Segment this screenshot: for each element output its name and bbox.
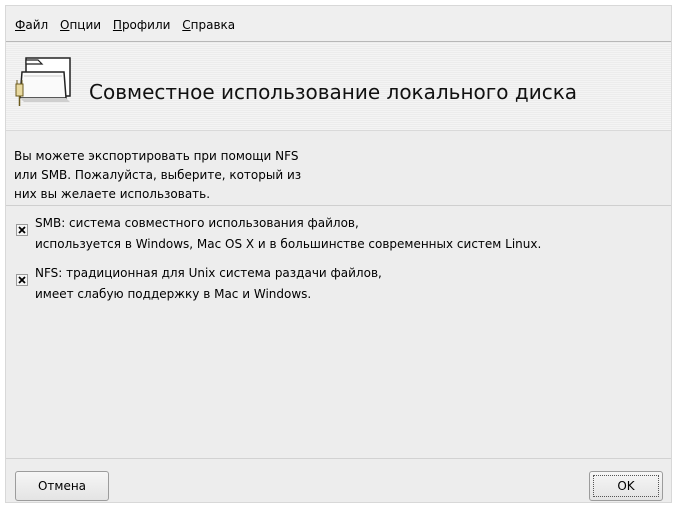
nfs-option-label: NFS: традиционная для Unix система разда… — [35, 266, 382, 301]
header-banner: Совместное использование локального диск… — [6, 43, 671, 131]
folder-share-icon — [15, 57, 71, 106]
menu-help-label: правка — [190, 18, 236, 32]
menu-options[interactable]: Опции — [60, 18, 101, 32]
divider — [6, 205, 671, 206]
dialog-window: Файл Опции Профили Справка Совместное ис… — [5, 5, 672, 503]
menu-help-mnemonic: С — [182, 18, 191, 32]
menu-file[interactable]: Файл — [15, 18, 48, 32]
focus-ring — [593, 475, 659, 497]
menu-options-label: пции — [69, 18, 102, 32]
menu-profiles-label: рофили — [121, 18, 171, 32]
cancel-button[interactable]: Отмена — [15, 471, 109, 501]
menu-help[interactable]: Справка — [182, 18, 235, 32]
menu-file-label: айл — [25, 18, 49, 32]
smb-checkbox[interactable] — [16, 224, 28, 236]
footer-divider — [6, 458, 671, 459]
menu-file-mnemonic: Ф — [15, 18, 26, 32]
page-title: Совместное использование локального диск… — [89, 80, 578, 104]
smb-option-label: SMB: система совместного использования ф… — [35, 216, 542, 251]
nfs-checkbox[interactable] — [16, 274, 28, 286]
intro-text: Вы можете экспортировать при помощи NFS … — [14, 149, 302, 201]
cancel-button-label: Отмена — [37, 479, 87, 493]
checkmark-x-icon — [18, 276, 26, 284]
ok-button[interactable]: OK — [589, 471, 663, 501]
menubar: Файл Опции Профили Справка — [6, 6, 671, 42]
menu-profiles[interactable]: Профили — [113, 18, 171, 32]
menu-profiles-mnemonic: П — [112, 18, 122, 32]
checkmark-x-icon — [18, 226, 26, 234]
